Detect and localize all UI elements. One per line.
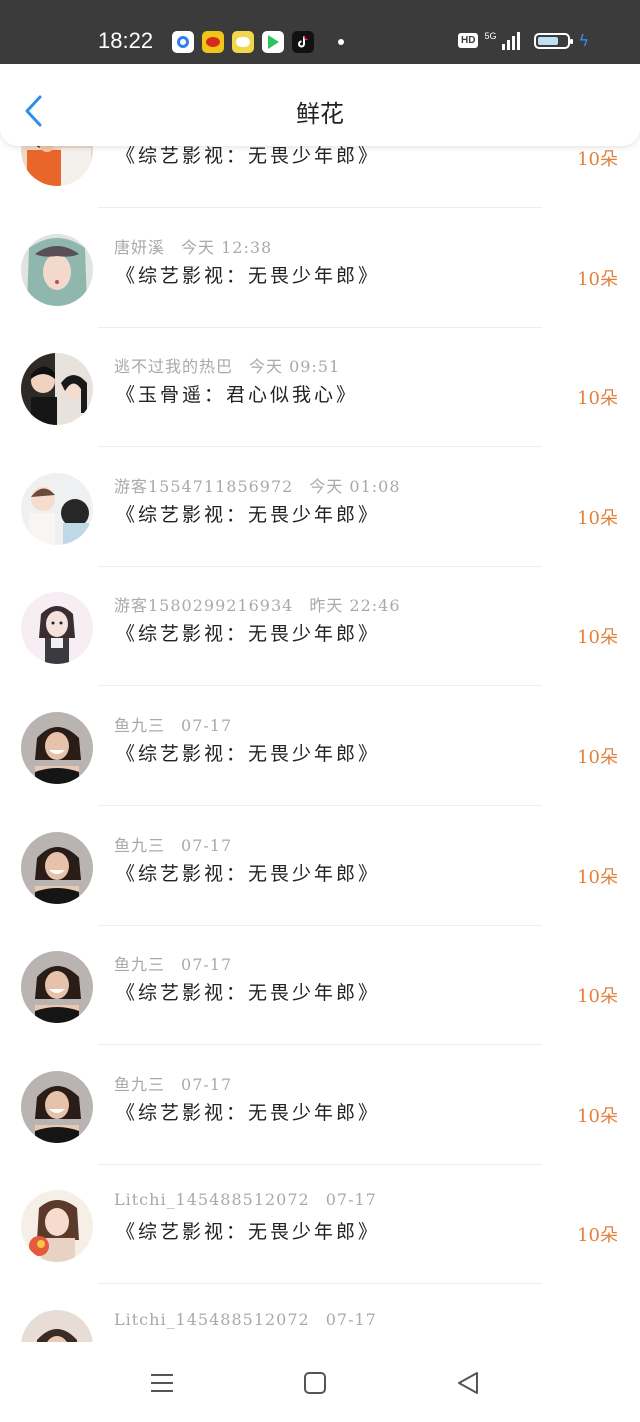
list-item[interactable]: 逃不过我的热巴 今天 09:51 《玉骨遥：君心似我心》 10朵 <box>0 327 640 448</box>
notification-icons <box>172 31 314 53</box>
flower-count: 10朵 <box>577 1105 618 1127</box>
username: Litchi_145488512072 <box>114 1190 310 1210</box>
flower-count: 10朵 <box>577 986 618 1008</box>
timestamp: 今天 01:08 <box>309 476 401 496</box>
flower-count: 10朵 <box>577 268 618 290</box>
list-item[interactable]: 游客1554711856972 今天 01:08 《综艺影视：无畏少年郎》 10朵 <box>0 447 640 567</box>
drama-title: 《综艺影视：无畏少年郎》 <box>116 623 381 646</box>
item-meta: 鱼九三 07-17 <box>114 832 232 856</box>
nav-back-button[interactable] <box>454 1368 484 1398</box>
tiktok-icon <box>292 31 314 53</box>
avatar[interactable] <box>21 1070 93 1143</box>
avatar[interactable] <box>21 472 93 545</box>
list-item[interactable]: 鱼九三 07-17 《综艺影视：无畏少年郎》 10朵 <box>0 686 640 806</box>
flower-count: 10朵 <box>577 1225 618 1247</box>
flower-count: 10朵 <box>577 388 618 410</box>
username: 游客1554711856972 <box>114 476 294 496</box>
item-meta: 逃不过我的热巴 今天 09:51 <box>114 353 340 377</box>
timestamp: 07-17 <box>325 1190 377 1210</box>
system-status: HD 5G ϟ <box>458 31 589 50</box>
app-header: 鲜花 <box>0 64 640 146</box>
status-bar: 18:22 HD 5G ϟ <box>0 0 640 64</box>
network-type: 5G <box>484 30 497 41</box>
flower-list: 女宝的宝今天 14:25《综艺影视：无畏少年郎》10朵唐妍溪今天 12:38《综… <box>0 88 640 1404</box>
system-nav-bar <box>0 1342 640 1422</box>
username: Litchi_145488512072 <box>114 1309 310 1329</box>
avatar[interactable] <box>21 711 93 784</box>
list-item[interactable]: 鱼九三 07-17 《综艺影视：无畏少年郎》 10朵 <box>0 806 640 926</box>
timestamp: 07-17 <box>325 1309 377 1329</box>
timestamp: 07-17 <box>181 1074 233 1094</box>
item-meta: 鱼九三 07-17 <box>114 712 232 736</box>
drama-title: 《玉骨遥：君心似我心》 <box>116 384 359 407</box>
drama-title: 《综艺影视：无畏少年郎》 <box>116 264 381 287</box>
weibo-icon <box>202 31 224 53</box>
timestamp: 今天 12:38 <box>181 237 273 257</box>
avatar[interactable] <box>21 353 93 426</box>
item-meta: 唐妍溪 今天 12:38 <box>114 234 272 258</box>
home-button[interactable] <box>300 1368 330 1398</box>
item-meta: 游客1554711856972 今天 01:08 <box>114 473 401 497</box>
timestamp: 07-17 <box>181 715 233 735</box>
battery-level <box>538 36 559 45</box>
chat-app-icon <box>232 31 254 53</box>
item-meta: 游客1580299216934 昨天 22:46 <box>114 592 401 616</box>
charging-icon: ϟ <box>578 31 590 50</box>
avatar[interactable] <box>21 951 93 1024</box>
username: 逃不过我的热巴 <box>114 357 234 377</box>
menu-button[interactable] <box>147 1368 177 1398</box>
flower-count: 10朵 <box>577 866 618 888</box>
username: 鱼九三 <box>114 1074 166 1094</box>
list-item[interactable]: 唐妍溪 今天 12:38 《综艺影视：无畏少年郎》 10朵 <box>0 208 640 328</box>
drama-title: 《综艺影视：无畏少年郎》 <box>116 742 381 765</box>
battery-icon <box>534 32 574 49</box>
flower-count: 10朵 <box>577 507 618 529</box>
username: 唐妍溪 <box>114 237 166 257</box>
drama-title: 《综艺影视：无畏少年郎》 <box>116 1101 381 1124</box>
item-meta: 鱼九三 07-17 <box>114 1071 232 1095</box>
avatar[interactable] <box>21 831 93 904</box>
username: 鱼九三 <box>114 835 166 855</box>
drama-title: 《综艺影视：无畏少年郎》 <box>116 862 381 885</box>
avatar[interactable] <box>21 233 93 306</box>
timestamp: 今天 09:51 <box>249 357 341 377</box>
list-item[interactable]: Litchi_145488512072 07-17 《综艺影视：无畏少年郎》 10朵 <box>0 1164 640 1285</box>
flower-count: 10朵 <box>577 746 618 768</box>
more-notifications-dot <box>338 39 344 45</box>
drama-title: 《综艺影视：无畏少年郎》 <box>116 503 381 526</box>
hd-badge: HD <box>458 33 479 48</box>
flower-count: 10朵 <box>577 627 618 649</box>
username: 游客1580299216934 <box>114 596 294 616</box>
timestamp: 07-17 <box>181 835 233 855</box>
list-item[interactable]: 游客1580299216934 昨天 22:46 《综艺影视：无畏少年郎》 10朵 <box>0 566 640 687</box>
avatar[interactable] <box>21 1190 93 1263</box>
page-title: 鲜花 <box>296 100 344 128</box>
browser-icon <box>172 31 194 53</box>
menu-icon <box>151 1374 173 1392</box>
list-item[interactable]: 鱼九三 07-17 《综艺影视：无畏少年郎》 10朵 <box>0 1045 640 1165</box>
timestamp: 昨天 22:46 <box>309 596 401 616</box>
signal-icon <box>502 31 521 50</box>
username: 鱼九三 <box>114 715 166 735</box>
home-square-icon <box>304 1372 326 1394</box>
list-item[interactable]: 鱼九三 07-17 《综艺影视：无畏少年郎》 10朵 <box>0 925 640 1046</box>
timestamp: 07-17 <box>181 955 233 975</box>
status-time: 18:22 <box>98 28 154 53</box>
drama-title: 《综艺影视：无畏少年郎》 <box>116 982 381 1005</box>
item-meta: 鱼九三 07-17 <box>114 951 232 975</box>
avatar[interactable] <box>21 592 93 665</box>
back-triangle-icon <box>458 1372 478 1394</box>
username: 鱼九三 <box>114 955 166 975</box>
drama-title: 《综艺影视：无畏少年郎》 <box>116 1221 381 1244</box>
item-meta: Litchi_145488512072 07-17 <box>114 1310 377 1329</box>
video-app-icon <box>262 31 284 53</box>
item-meta: Litchi_145488512072 07-17 <box>114 1190 377 1209</box>
flower-count: 10朵 <box>577 149 618 170</box>
